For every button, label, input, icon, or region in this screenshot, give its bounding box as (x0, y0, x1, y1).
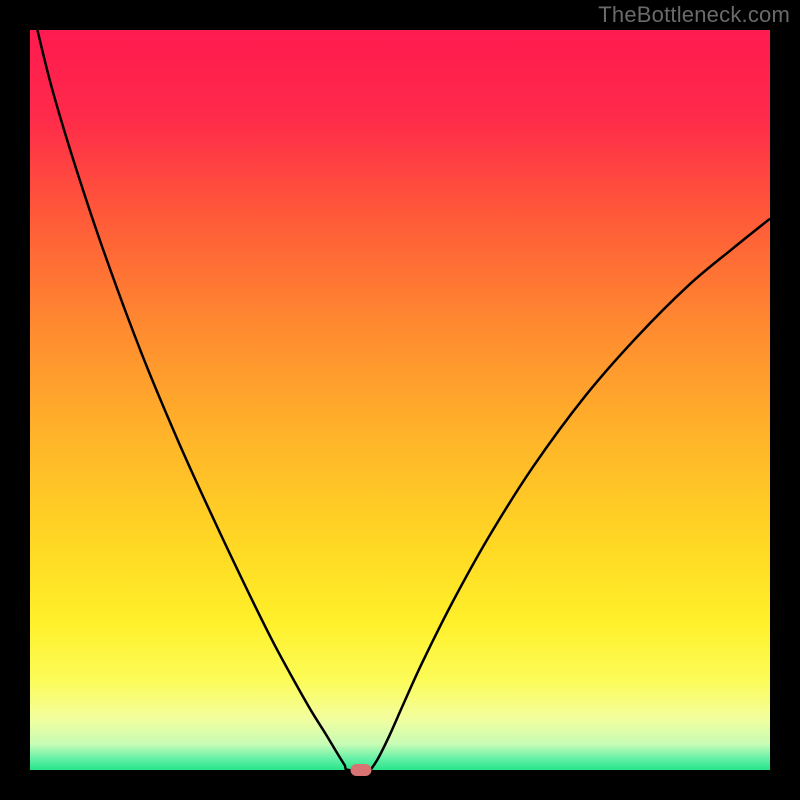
watermark-text: TheBottleneck.com (598, 2, 790, 28)
chart-container: TheBottleneck.com (0, 0, 800, 800)
chart-svg (30, 30, 770, 770)
plot-background (30, 30, 770, 770)
plot-area (30, 30, 770, 770)
data-marker (350, 764, 371, 776)
